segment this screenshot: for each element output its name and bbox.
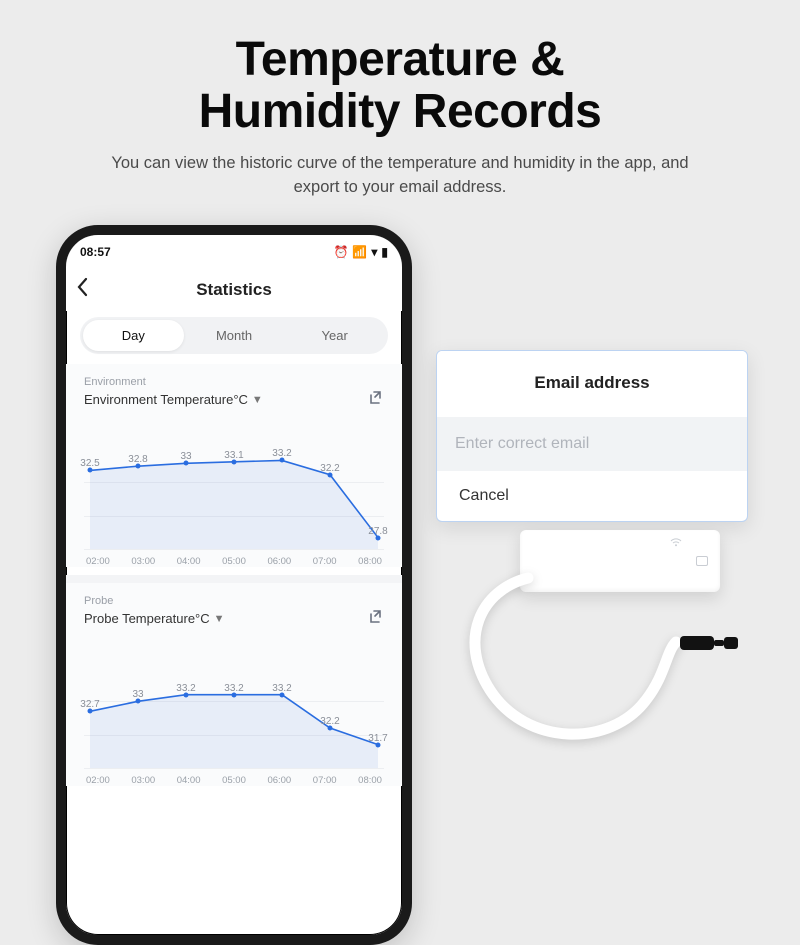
marketing-headline: Temperature & Humidity Records — [0, 0, 800, 138]
signal-icon: 📶 — [352, 245, 367, 259]
chart-x-tick: 08:00 — [358, 775, 382, 786]
back-button[interactable] — [76, 277, 90, 303]
chart-point-label: 32.2 — [320, 716, 339, 727]
env-metric-label: Environment Temperature°C — [84, 392, 248, 407]
chart-x-tick: 07:00 — [313, 775, 337, 786]
section-probe: Probe Probe Temperature°C ▼ 32.7 33 33.2 33… — [66, 583, 402, 786]
temperature-probe — [680, 626, 744, 660]
chart-x-tick: 03:00 — [131, 775, 155, 786]
wifi-icon: ▾ — [371, 245, 377, 259]
popup-title: Email address — [437, 351, 747, 417]
cancel-button[interactable]: Cancel — [459, 487, 509, 505]
chevron-down-icon: ▼ — [214, 613, 225, 625]
battery-icon: ▮ — [381, 245, 388, 259]
sensor-cable — [440, 530, 740, 790]
chart-x-axis: 02:00 03:00 04:00 05:00 06:00 07:00 08:00 — [84, 556, 384, 567]
chart-point-label: 33.2 — [272, 448, 291, 459]
chart-x-tick: 06:00 — [267, 556, 291, 567]
headline-line2: Humidity Records — [0, 86, 800, 138]
tab-day[interactable]: Day — [83, 320, 184, 351]
chart-x-tick: 08:00 — [358, 556, 382, 567]
phone-statusbar: 08:57 ⏰ 📶 ▾ ▮ — [66, 235, 402, 269]
email-export-popup: Email address Enter correct email Cancel — [436, 350, 748, 522]
chart-point-label: 32.8 — [128, 454, 147, 465]
probe-metric-dropdown[interactable]: Probe Temperature°C ▼ — [84, 611, 225, 626]
chart-x-tick: 02:00 — [86, 775, 110, 786]
chart-point-label: 33.2 — [176, 683, 195, 694]
alarm-icon: ⏰ — [333, 245, 348, 259]
probe-category-label: Probe — [84, 595, 384, 607]
chart-x-tick: 06:00 — [267, 775, 291, 786]
phone-frame: 08:57 ⏰ 📶 ▾ ▮ Statistics Day Month Year … — [56, 225, 412, 945]
chart-x-axis: 02:00 03:00 04:00 05:00 06:00 07:00 08:00 — [84, 775, 384, 786]
chart-x-tick: 07:00 — [313, 556, 337, 567]
env-metric-dropdown[interactable]: Environment Temperature°C ▼ — [84, 392, 263, 407]
probe-metric-label: Probe Temperature°C — [84, 611, 210, 626]
chart-point-label: 33 — [132, 689, 143, 700]
chart-point-label: 33.1 — [224, 450, 243, 461]
page-title: Statistics — [196, 280, 272, 300]
chart-point-label: 33.2 — [272, 683, 291, 694]
section-environment: Environment Environment Temperature°C ▼ … — [66, 364, 402, 567]
chart-x-tick: 04:00 — [177, 556, 201, 567]
app-header: Statistics — [66, 269, 402, 311]
tab-year[interactable]: Year — [284, 320, 385, 351]
chart-point-label: 32.2 — [320, 463, 339, 474]
popup-pointer — [436, 369, 437, 389]
export-button-env[interactable] — [368, 390, 384, 409]
env-category-label: Environment — [84, 376, 384, 388]
email-input[interactable]: Enter correct email — [437, 417, 747, 471]
export-button-probe[interactable] — [368, 609, 384, 628]
device-illustration — [440, 530, 740, 790]
headline-line1: Temperature & — [0, 34, 800, 86]
chart-x-tick: 05:00 — [222, 775, 246, 786]
marketing-subhead: You can view the historic curve of the t… — [90, 152, 710, 200]
chart-point-label: 27.8 — [368, 525, 387, 536]
chart-point-label: 32.5 — [80, 458, 99, 469]
chevron-down-icon: ▼ — [252, 394, 263, 406]
chart-x-tick: 02:00 — [86, 556, 110, 567]
tab-month[interactable]: Month — [184, 320, 285, 351]
chart-environment: 32.532.83333.133.232.227.802:0003:0004:0… — [84, 427, 384, 567]
chart-point-label: 31.7 — [368, 733, 387, 744]
statusbar-time: 08:57 — [80, 245, 111, 259]
chart-point-label: 32.7 — [80, 699, 99, 710]
section-divider — [66, 575, 402, 583]
chart-point-label: 33.2 — [224, 683, 243, 694]
chart-probe: 32.73333.233.233.232.231.702:0003:0004:0… — [84, 646, 384, 786]
chart-x-tick: 04:00 — [177, 775, 201, 786]
chart-x-tick: 03:00 — [131, 556, 155, 567]
chart-point-label: 33 — [180, 451, 191, 462]
chart-x-tick: 05:00 — [222, 556, 246, 567]
range-segmented-control: Day Month Year — [80, 317, 388, 354]
statusbar-icons: ⏰ 📶 ▾ ▮ — [333, 245, 388, 259]
